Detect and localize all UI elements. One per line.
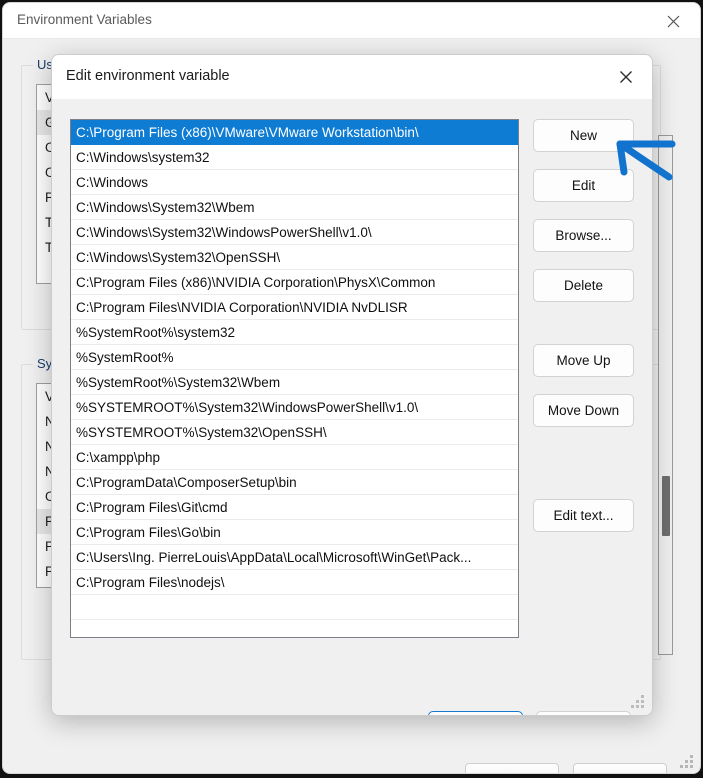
background-vertical-scrollbar[interactable] — [658, 135, 673, 655]
move-up-button[interactable]: Move Up — [533, 344, 634, 377]
close-icon[interactable] — [656, 9, 690, 33]
path-list-item[interactable]: %SystemRoot% — [71, 345, 518, 370]
path-list-item[interactable]: %SystemRoot%\system32 — [71, 320, 518, 345]
path-list-item[interactable]: %SYSTEMROOT%\System32\WindowsPowerShell\… — [71, 395, 518, 420]
path-list-item[interactable]: %SYSTEMROOT%\System32\OpenSSH\ — [71, 420, 518, 445]
background-resize-grip[interactable] — [680, 755, 694, 769]
path-list-item[interactable]: C:\Program Files\Git\cmd — [71, 495, 518, 520]
edit-text-button[interactable]: Edit text... — [533, 499, 634, 532]
path-list-item[interactable]: %SystemRoot%\System32\Wbem — [71, 370, 518, 395]
dialog-body: C:\Program Files (x86)\VMware\VMware Wor… — [52, 99, 652, 715]
dialog-title: Edit environment variable — [66, 68, 230, 84]
background-cancel-button[interactable]: Cancel — [573, 763, 667, 773]
path-list-item[interactable]: C:\ProgramData\ComposerSetup\bin — [71, 470, 518, 495]
path-list-empty-row[interactable] — [71, 620, 518, 637]
path-list-item[interactable]: C:\Program Files (x86)\NVIDIA Corporatio… — [71, 270, 518, 295]
path-list-item[interactable]: C:\Program Files\nodejs\ — [71, 570, 518, 595]
new-button[interactable]: New — [533, 119, 634, 152]
dialog-resize-grip[interactable] — [631, 695, 645, 709]
move-down-button[interactable]: Move Down — [533, 394, 634, 427]
path-list-item[interactable]: C:\Program Files (x86)\VMware\VMware Wor… — [71, 120, 518, 145]
browse-button[interactable]: Browse... — [533, 219, 634, 252]
path-list-item[interactable]: C:\Windows\System32\Wbem — [71, 195, 518, 220]
edit-button[interactable]: Edit — [533, 169, 634, 202]
edit-environment-variable-dialog: Edit environment variable C:\Program Fil… — [51, 54, 653, 716]
path-list-item[interactable]: C:\Users\Ing. PierreLouis\AppData\Local\… — [71, 545, 518, 570]
screen: Environment Variables User... VaGOOnOnPa… — [0, 0, 703, 778]
dialog-ok-button[interactable]: OK — [428, 711, 523, 715]
path-list-item[interactable]: C:\xampp\php — [71, 445, 518, 470]
dialog-cancel-button[interactable]: Cancel — [536, 711, 631, 715]
path-list-item[interactable]: C:\Windows\system32 — [71, 145, 518, 170]
path-list-item[interactable]: C:\Windows\System32\OpenSSH\ — [71, 245, 518, 270]
path-list-item[interactable]: C:\Windows\System32\WindowsPowerShell\v1… — [71, 220, 518, 245]
dialog-titlebar: Edit environment variable — [52, 55, 652, 99]
delete-button[interactable]: Delete — [533, 269, 634, 302]
background-window-title: Environment Variables — [17, 12, 152, 27]
path-list-item[interactable]: C:\Program Files\NVIDIA Corporation\NVID… — [71, 295, 518, 320]
path-list-item[interactable]: C:\Program Files\Go\bin — [71, 520, 518, 545]
background-window-titlebar: Environment Variables — [3, 3, 700, 39]
path-list-item[interactable]: C:\Windows — [71, 170, 518, 195]
path-list-empty-row[interactable] — [71, 595, 518, 620]
close-icon[interactable] — [608, 63, 644, 91]
path-entries-list[interactable]: C:\Program Files (x86)\VMware\VMware Wor… — [70, 119, 519, 638]
background-ok-button[interactable]: OK — [465, 763, 559, 773]
scrollbar-thumb[interactable] — [662, 476, 670, 536]
